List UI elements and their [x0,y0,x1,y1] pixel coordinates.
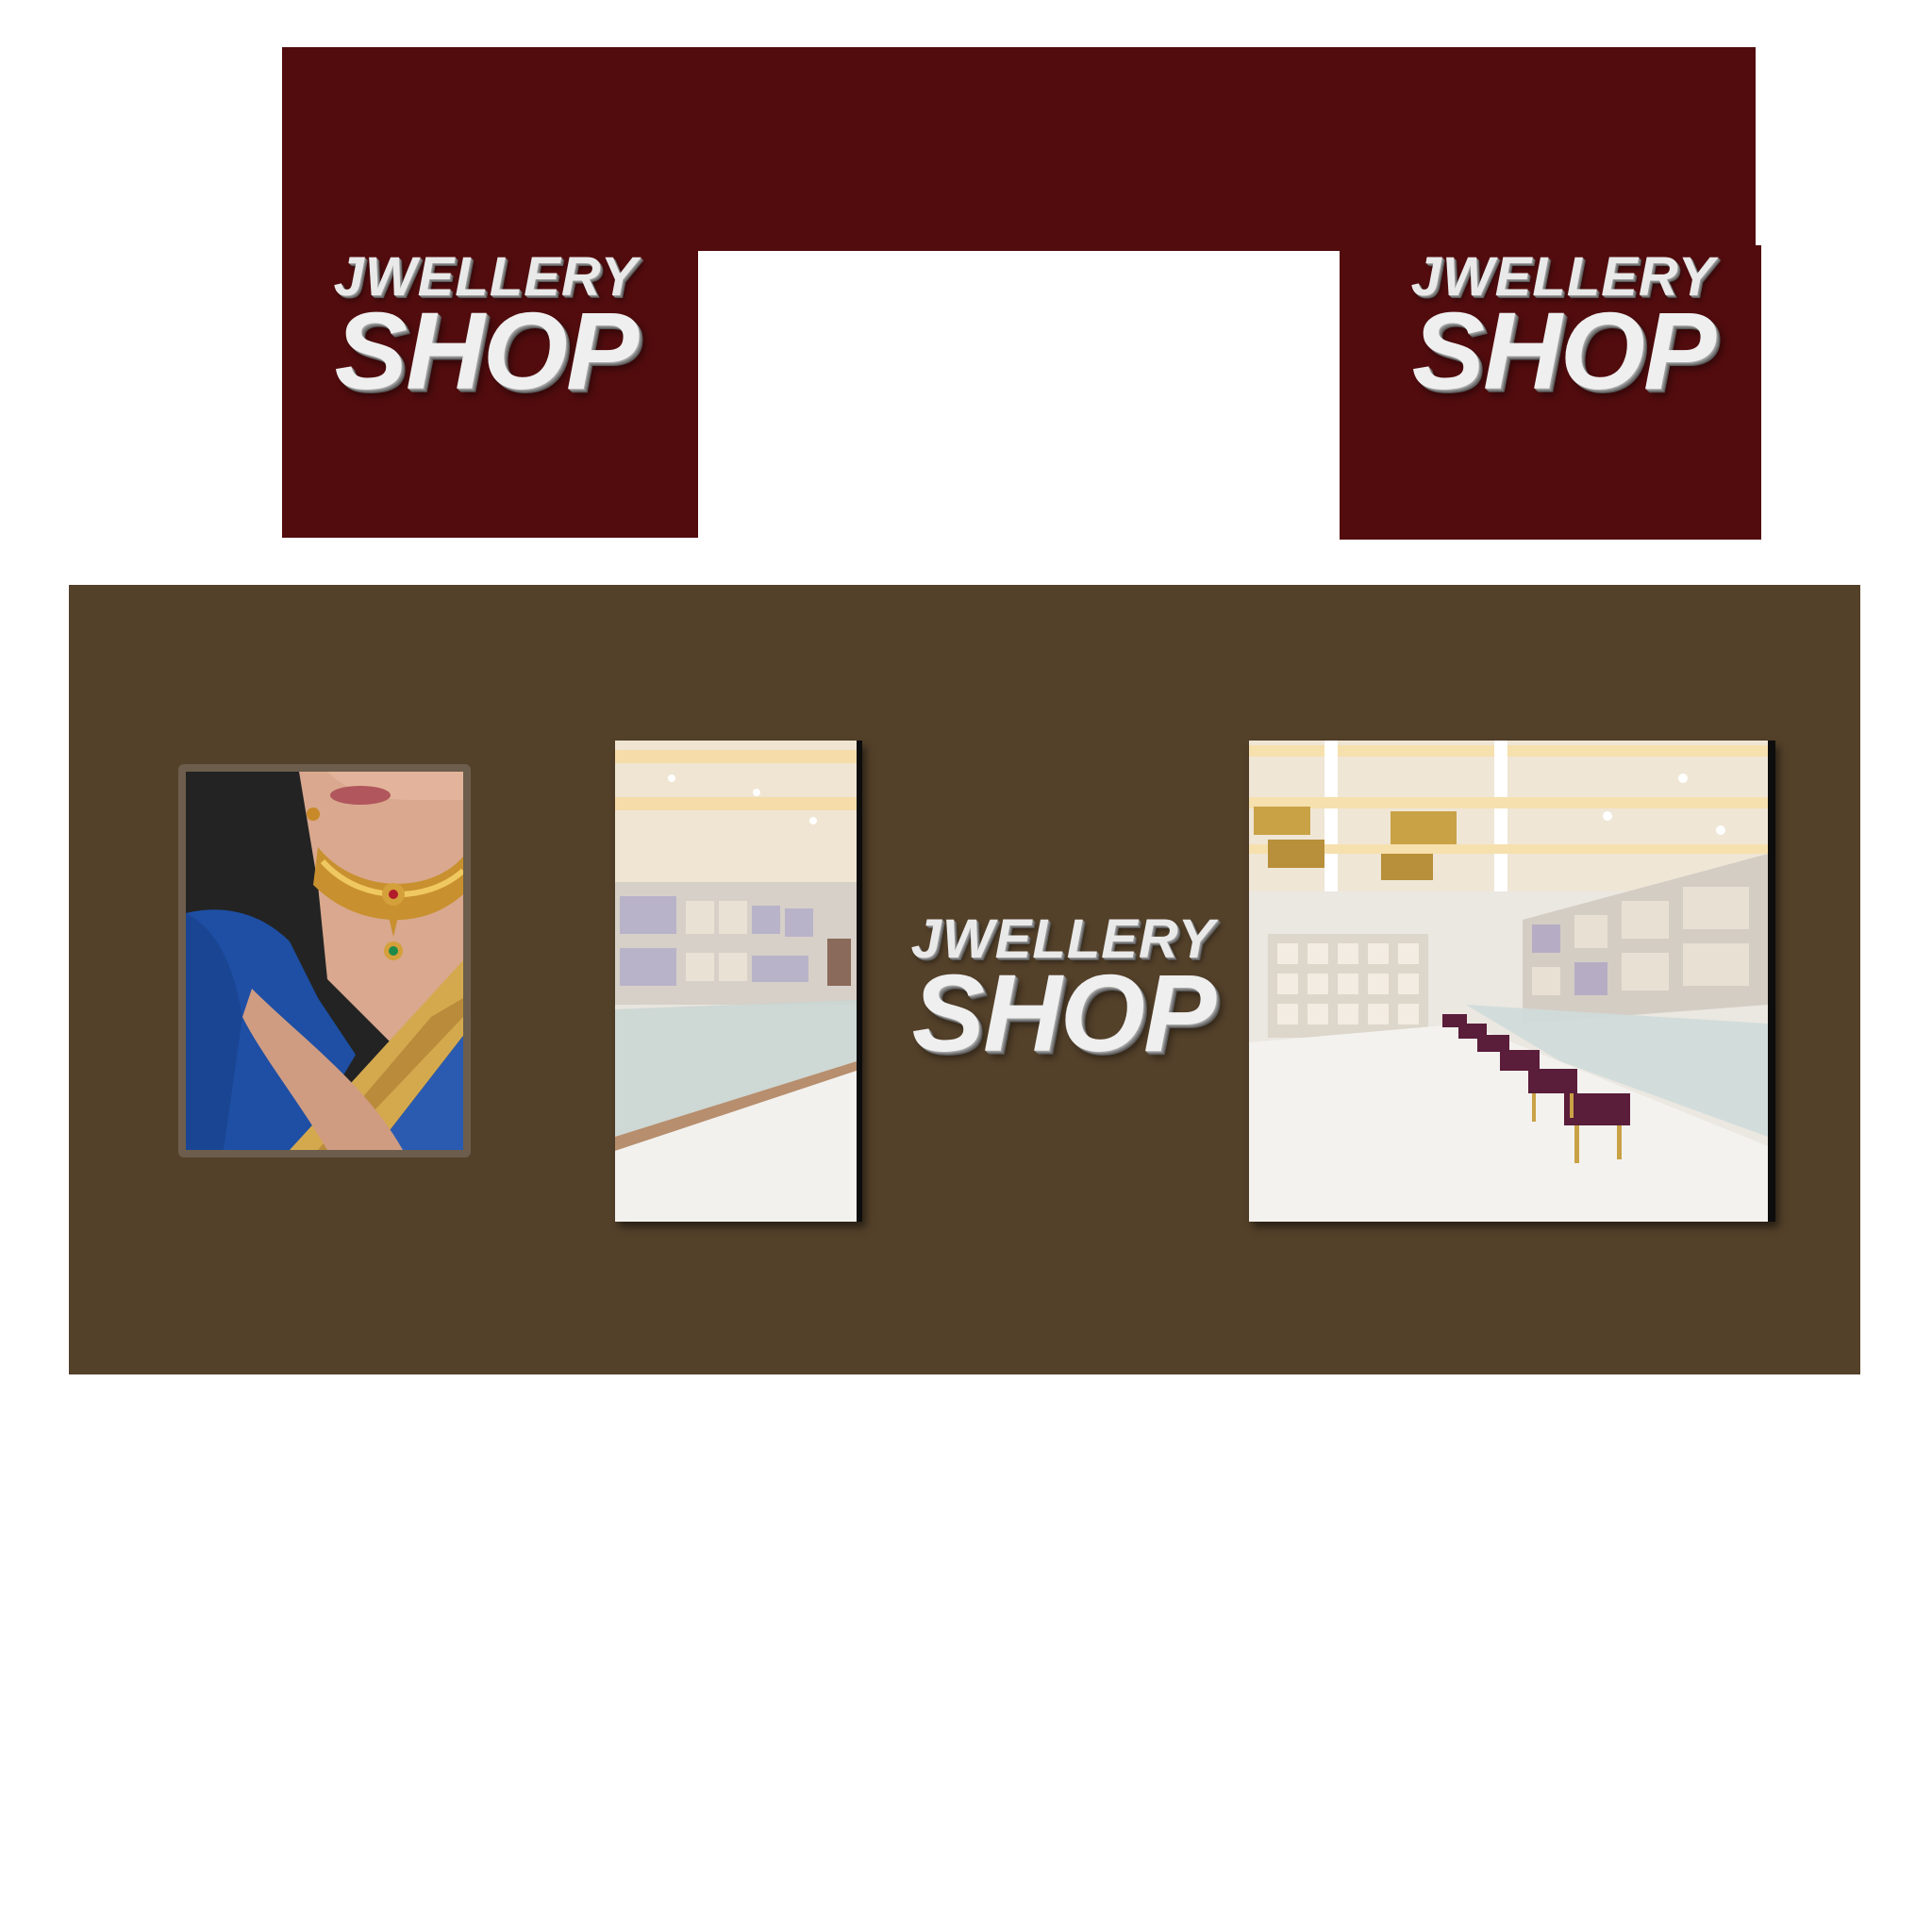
logo-right: JWELLERY SHOP [1398,249,1728,413]
store-interior-image [615,741,862,1222]
store-interior-photo-left [615,741,862,1222]
logo-center: JWELLERY SHOP [898,911,1228,1075]
necklace-poster [178,764,471,1158]
top-fascia [282,47,1756,251]
logo-left: JWELLERY SHOP [321,249,651,413]
logo-line2: SHOP [334,290,640,413]
logo-line2: SHOP [1411,290,1717,413]
store-interior-photo-right [1249,741,1775,1222]
model-necklace-image [186,772,463,1150]
store-interior-image [1249,741,1775,1222]
logo-line2: SHOP [911,952,1217,1075]
